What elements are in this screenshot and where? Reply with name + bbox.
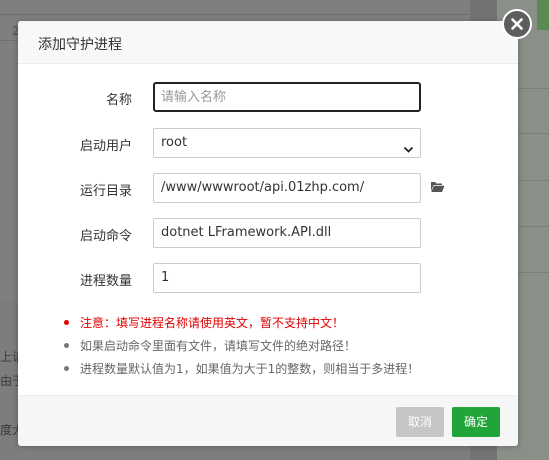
command-input[interactable]: dotnet LFramework.API.dll	[153, 218, 421, 248]
dir-row: 运行目录 /www/wwwroot/api.01zhp.com/	[18, 173, 518, 203]
user-select[interactable]: root	[153, 128, 421, 158]
tips-list: 注意：填写进程名称请使用英文，暂不支持中文！ 如果启动命令里面有文件，请填写文件…	[64, 314, 504, 383]
chevron-down-icon	[403, 138, 414, 157]
dialog-footer: 取消 确定	[18, 395, 518, 446]
name-row: 名称	[18, 82, 518, 112]
user-select-value: root	[161, 135, 188, 150]
dir-input[interactable]: /www/wwwroot/api.01zhp.com/	[153, 173, 421, 203]
tip-item: 注意：填写进程名称请使用英文，暂不支持中文！	[64, 314, 504, 337]
name-label: 名称	[105, 93, 132, 108]
count-row: 进程数量 1	[18, 263, 518, 293]
confirm-button[interactable]: 确定	[452, 407, 500, 437]
close-button[interactable]	[502, 9, 532, 39]
close-icon	[511, 18, 523, 30]
bullet-icon	[64, 343, 69, 348]
user-row: 启动用户 root	[18, 128, 518, 158]
command-label: 启动命令	[79, 229, 132, 244]
background-row-line	[0, 14, 470, 15]
tip-text: 注意：填写进程名称请使用英文，暂不支持中文！	[80, 316, 345, 330]
dialog-title: 添加守护进程	[38, 37, 122, 53]
command-row: 启动命令 dotnet LFramework.API.dll	[18, 218, 518, 248]
tip-item: 如果启动命令里面有文件，请填写文件的绝对路径！	[64, 337, 504, 360]
tip-text: 如果启动命令里面有文件，请填写文件的绝对路径！	[80, 339, 357, 353]
dir-label: 运行目录	[79, 184, 132, 199]
bullet-icon	[64, 320, 69, 325]
count-input[interactable]: 1	[153, 263, 421, 293]
folder-icon[interactable]	[430, 180, 445, 197]
background-green-button	[537, 0, 549, 30]
dialog-header: 添加守护进程	[18, 21, 518, 64]
bullet-icon	[64, 366, 69, 371]
user-label: 启动用户	[79, 139, 132, 154]
tip-item: 进程数量默认值为1，如果值为大于1的整数，则相当于多进程！	[64, 360, 504, 383]
tip-text: 进程数量默认值为1，如果值为大于1的整数，则相当于多进程！	[80, 362, 420, 376]
count-label: 进程数量	[79, 274, 132, 289]
add-daemon-dialog: 添加守护进程 名称 启动用户 root 运行目录 /www/wwwroot/ap…	[18, 21, 518, 446]
cancel-button[interactable]: 取消	[396, 407, 444, 437]
name-input[interactable]	[153, 82, 421, 112]
